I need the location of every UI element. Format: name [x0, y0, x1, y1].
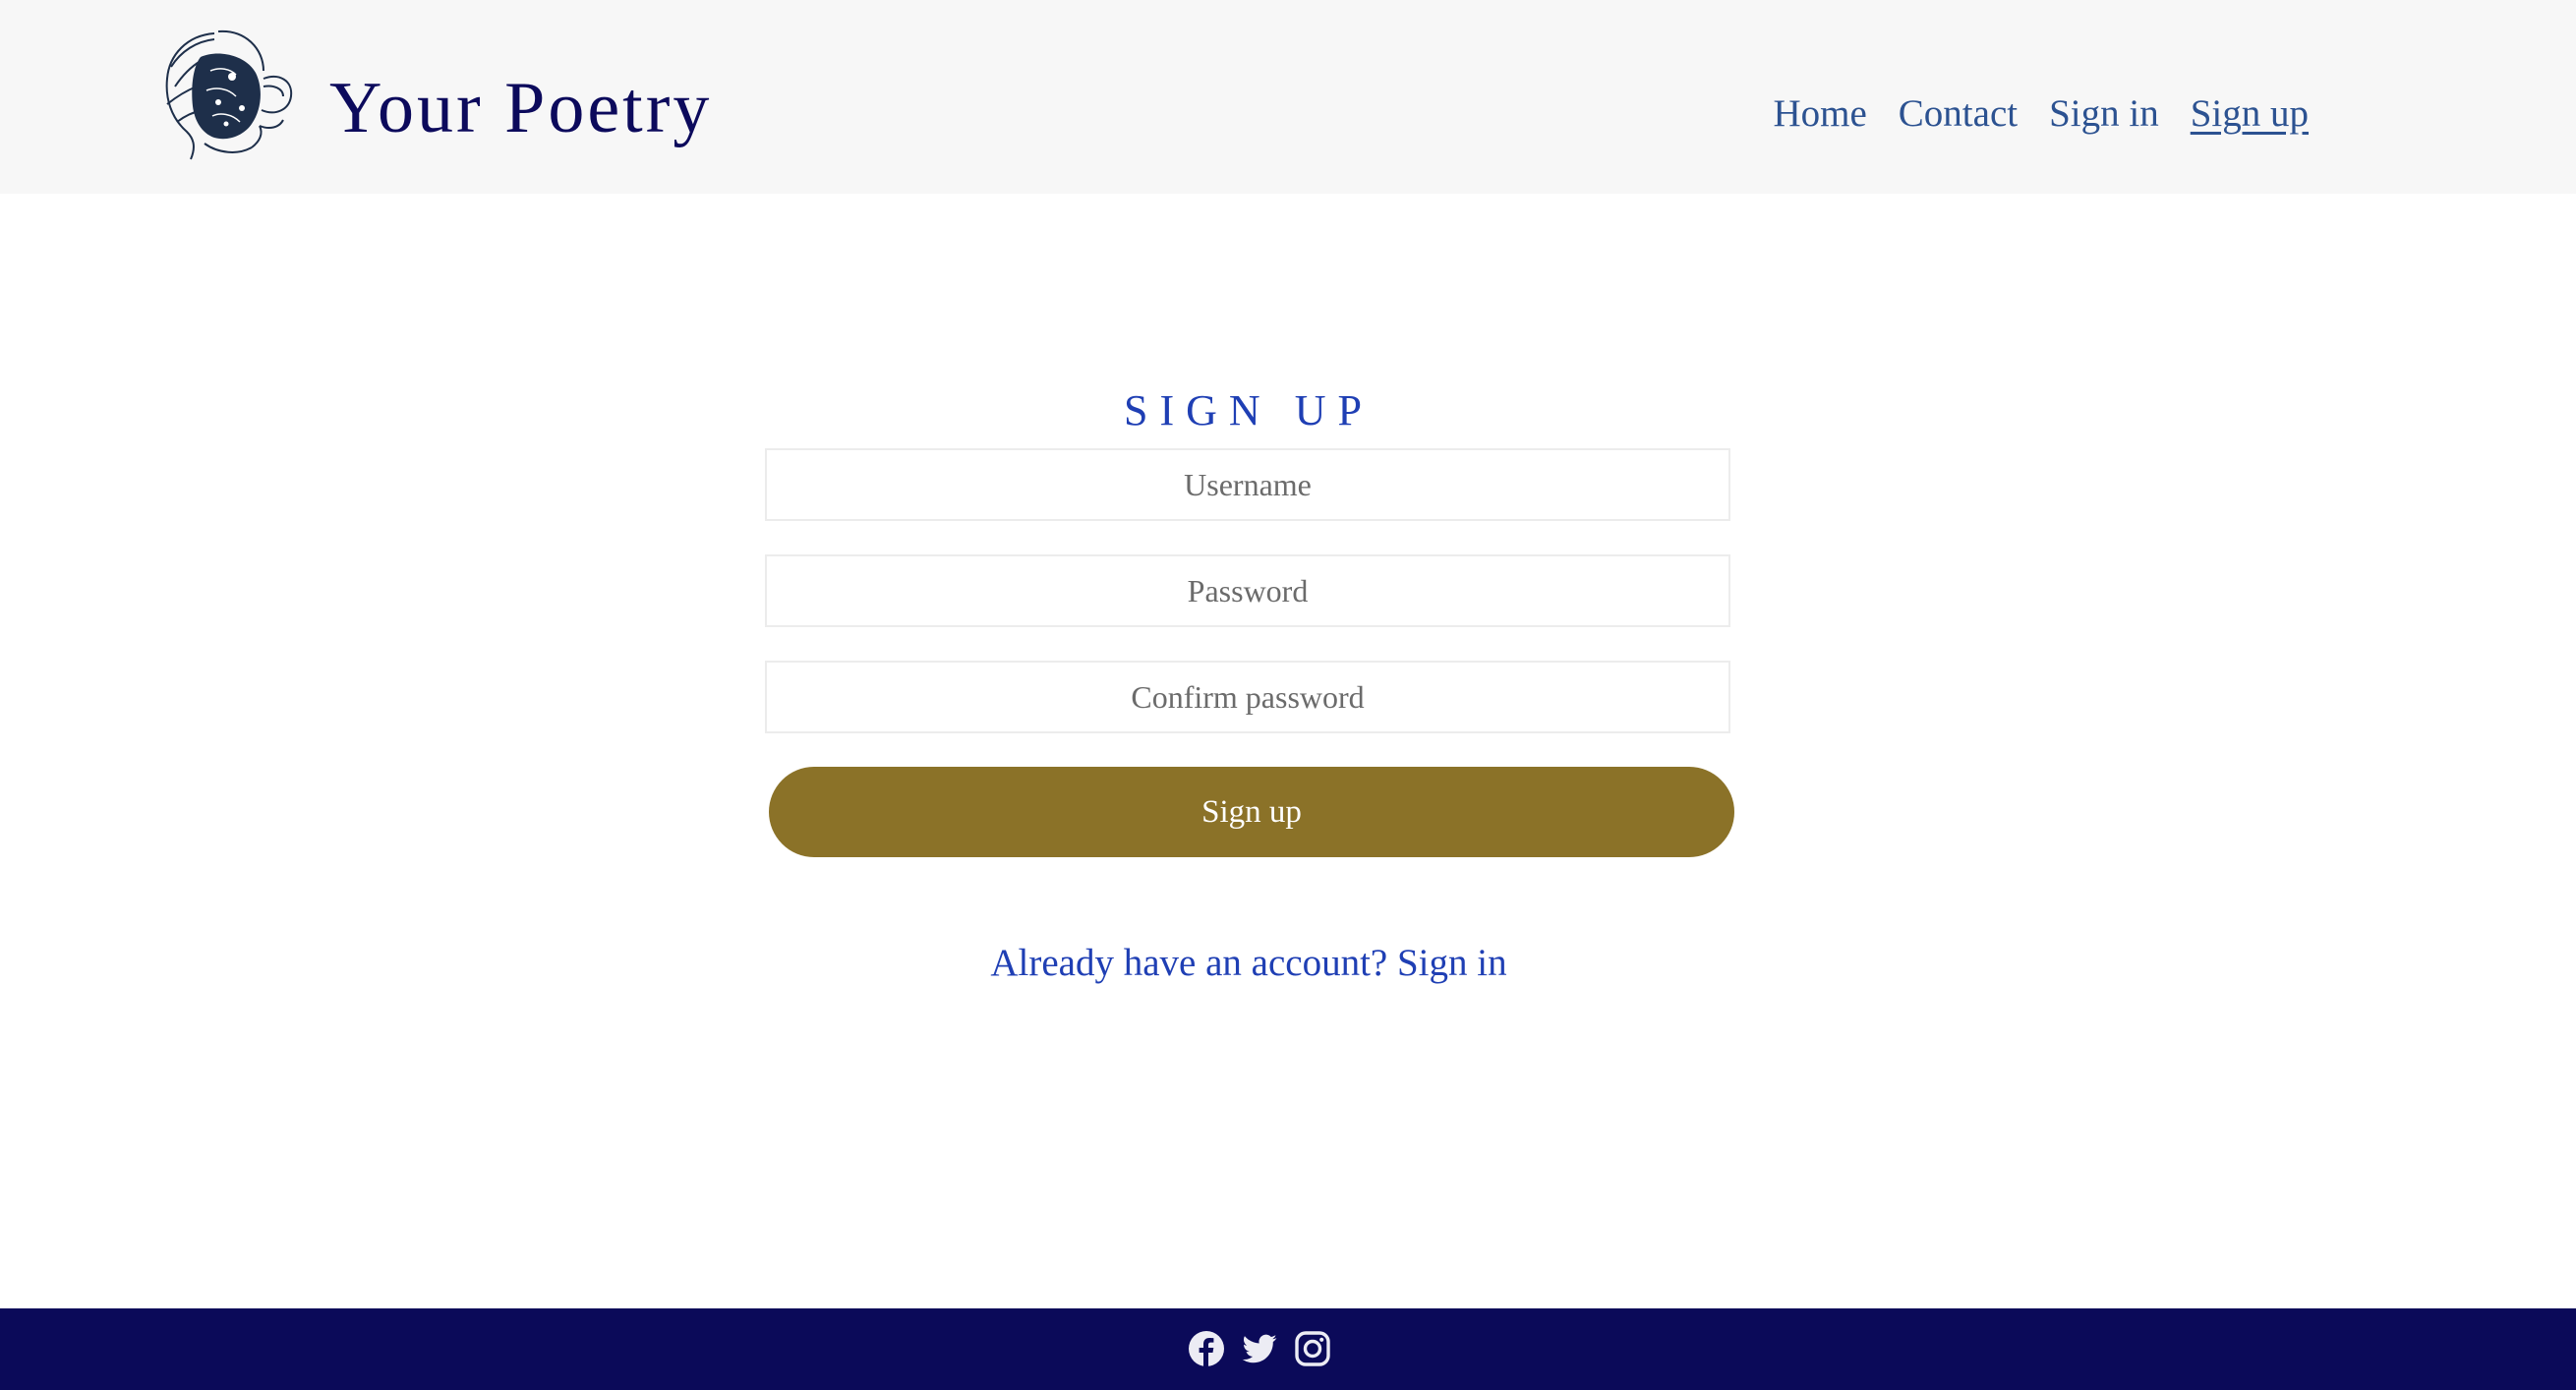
- sign-up-button[interactable]: Sign up: [769, 767, 1734, 857]
- nav-home[interactable]: Home: [1773, 88, 1866, 140]
- instagram-link[interactable]: [1294, 1330, 1331, 1367]
- woman-moth-logo-icon: [165, 29, 293, 160]
- social-links: [1188, 1330, 1331, 1367]
- instagram-icon: [1295, 1331, 1330, 1366]
- nav-sign-in[interactable]: Sign in: [2049, 88, 2159, 140]
- nav-contact[interactable]: Contact: [1899, 88, 2018, 140]
- password-input[interactable]: [765, 554, 1730, 627]
- twitter-icon: [1242, 1334, 1277, 1363]
- form-title: SIGN UP: [1124, 386, 1374, 434]
- sign-in-link[interactable]: Already have an account? Sign in: [0, 936, 2497, 991]
- main-nav: Home Contact Sign in Sign up: [1773, 88, 2309, 140]
- logo-illustration[interactable]: [157, 28, 297, 165]
- username-input[interactable]: [765, 448, 1730, 521]
- facebook-icon: [1189, 1331, 1224, 1366]
- site-header: Your Poetry Home Contact Sign in Sign up: [0, 0, 2576, 194]
- confirm-password-input[interactable]: [765, 661, 1730, 733]
- twitter-link[interactable]: [1241, 1330, 1278, 1367]
- site-title[interactable]: Your Poetry: [329, 61, 712, 155]
- nav-sign-up[interactable]: Sign up: [2191, 88, 2309, 140]
- facebook-link[interactable]: [1188, 1330, 1225, 1367]
- site-footer: [0, 1308, 2576, 1390]
